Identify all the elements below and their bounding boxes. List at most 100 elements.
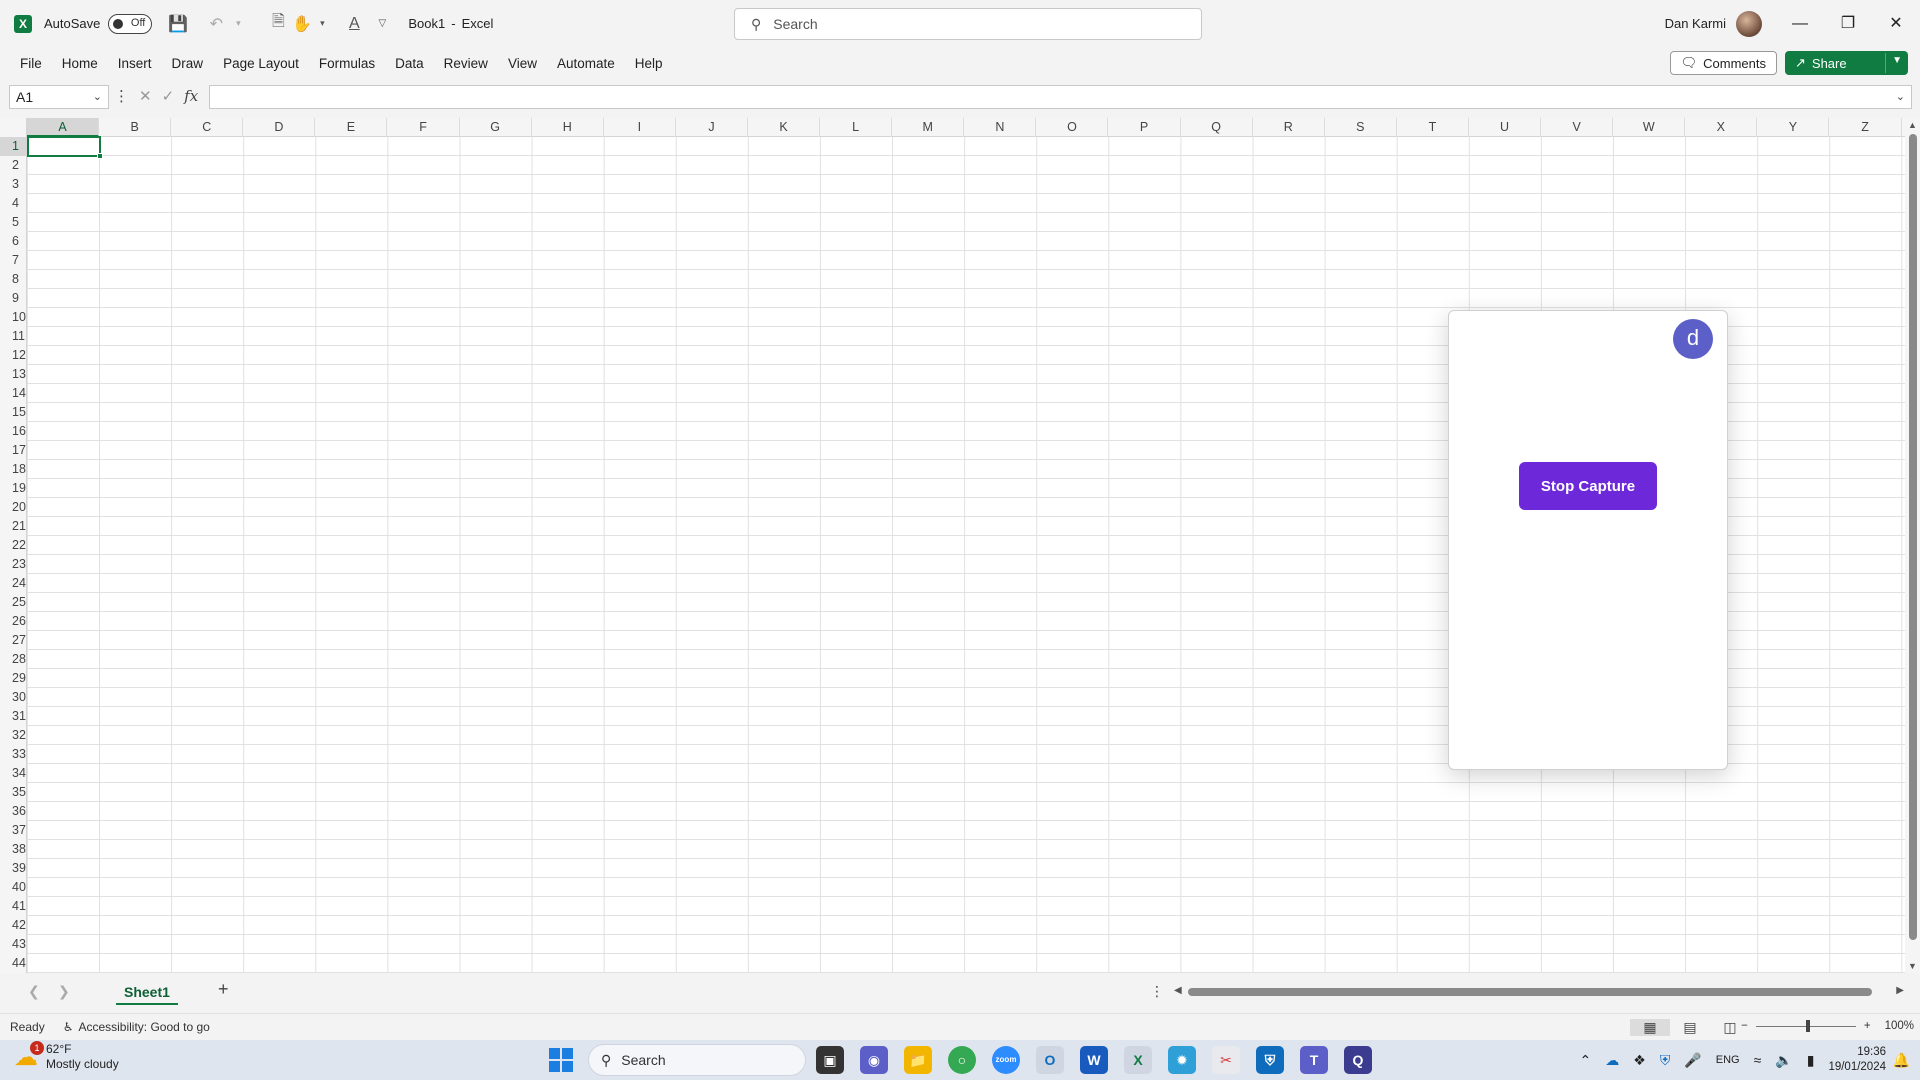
- microphone-icon[interactable]: 🎤: [1684, 1052, 1701, 1069]
- zoom-slider-knob[interactable]: [1805, 1019, 1810, 1032]
- column-header-O[interactable]: O: [1036, 118, 1109, 137]
- tab-formulas[interactable]: Formulas: [309, 56, 385, 71]
- column-header-N[interactable]: N: [964, 118, 1037, 137]
- tab-home[interactable]: Home: [52, 56, 108, 71]
- user-avatar[interactable]: [1736, 10, 1762, 37]
- tab-review[interactable]: Review: [434, 56, 498, 71]
- name-box[interactable]: A1 ⌄: [9, 85, 109, 109]
- more-options-icon[interactable]: ⋮: [114, 87, 129, 105]
- font-color-icon[interactable]: A: [344, 15, 364, 33]
- row-header-23[interactable]: 23: [0, 555, 27, 574]
- row-header-40[interactable]: 40: [0, 878, 27, 897]
- row-header-32[interactable]: 32: [0, 726, 27, 745]
- column-header-I[interactable]: I: [604, 118, 676, 137]
- app-tray-icon[interactable]: ❖: [1633, 1052, 1646, 1069]
- row-header-4[interactable]: 4: [0, 194, 27, 213]
- row-header-12[interactable]: 12: [0, 346, 27, 365]
- row-header-35[interactable]: 35: [0, 783, 27, 802]
- column-header-H[interactable]: H: [532, 118, 604, 137]
- scroll-up-icon[interactable]: ▲: [1908, 120, 1917, 130]
- zoom-in-icon[interactable]: +: [1864, 1020, 1871, 1032]
- new-file-icon[interactable]: 🗎: [268, 10, 288, 37]
- column-header-Z[interactable]: Z: [1830, 118, 1902, 137]
- row-header-26[interactable]: 26: [0, 612, 27, 631]
- horizontal-scrollbar[interactable]: ◀ ▶: [1172, 985, 1906, 999]
- tab-insert[interactable]: Insert: [108, 56, 162, 71]
- row-header-29[interactable]: 29: [0, 669, 27, 688]
- scroll-right-icon[interactable]: ▶: [1896, 985, 1904, 996]
- tab-file[interactable]: File: [10, 56, 52, 71]
- column-header-L[interactable]: L: [820, 118, 893, 137]
- column-header-D[interactable]: D: [243, 118, 316, 137]
- fill-handle[interactable]: [97, 153, 103, 159]
- accessibility-status[interactable]: ♿ Accessibility: Good to go: [63, 1020, 210, 1034]
- tab-page-layout[interactable]: Page Layout: [213, 56, 309, 71]
- sheet-tab-sheet1[interactable]: Sheet1: [116, 981, 178, 1005]
- row-header-38[interactable]: 38: [0, 840, 27, 859]
- column-header-A[interactable]: A: [27, 118, 100, 137]
- row-header-39[interactable]: 39: [0, 859, 27, 878]
- tab-data[interactable]: Data: [385, 56, 434, 71]
- expand-formula-icon[interactable]: ⌄: [1896, 90, 1905, 103]
- row-header-15[interactable]: 15: [0, 403, 27, 422]
- volume-icon[interactable]: 🔈: [1775, 1052, 1792, 1069]
- column-header-C[interactable]: C: [171, 118, 244, 137]
- undo-icon[interactable]: ↶: [206, 14, 226, 34]
- row-header-9[interactable]: 9: [0, 289, 27, 308]
- row-header-11[interactable]: 11: [0, 327, 27, 346]
- save-icon[interactable]: 💾: [168, 14, 188, 34]
- column-header-J[interactable]: J: [676, 118, 748, 137]
- wifi-icon[interactable]: ≈: [1754, 1052, 1762, 1068]
- page-layout-view-icon[interactable]: ▤: [1670, 1019, 1710, 1036]
- stop-capture-button[interactable]: Stop Capture: [1519, 462, 1657, 510]
- row-header-36[interactable]: 36: [0, 802, 27, 821]
- chevron-down-icon[interactable]: ⌄: [93, 86, 102, 108]
- clock[interactable]: 19:36 19/01/2024: [1828, 1045, 1886, 1075]
- notification-bell-icon[interactable]: 🔔: [1893, 1052, 1910, 1069]
- touch-dropdown-icon[interactable]: ▾: [312, 18, 332, 29]
- row-header-3[interactable]: 3: [0, 175, 27, 194]
- row-header-21[interactable]: 21: [0, 517, 27, 536]
- weather-widget[interactable]: ☁ 1 62°F Mostly cloudy: [14, 1040, 119, 1072]
- row-header-16[interactable]: 16: [0, 422, 27, 441]
- app-icon[interactable]: ✹: [1168, 1046, 1196, 1074]
- vertical-scrollbar[interactable]: ▲ ▼: [1905, 118, 1920, 973]
- tab-automate[interactable]: Automate: [547, 56, 625, 71]
- minimize-icon[interactable]: —: [1776, 0, 1824, 47]
- scroll-left-icon[interactable]: ◀: [1174, 985, 1182, 996]
- row-header-6[interactable]: 6: [0, 232, 27, 251]
- chrome-icon[interactable]: ○: [948, 1046, 976, 1074]
- row-header-7[interactable]: 7: [0, 251, 27, 270]
- column-header-M[interactable]: M: [892, 118, 965, 137]
- zoom-slider[interactable]: [1755, 1019, 1856, 1032]
- row-header-28[interactable]: 28: [0, 650, 27, 669]
- battery-icon[interactable]: ▮: [1807, 1052, 1815, 1069]
- column-header-R[interactable]: R: [1253, 118, 1325, 137]
- teams-icon[interactable]: T: [1300, 1046, 1328, 1074]
- zoom-level[interactable]: 100%: [1885, 1020, 1914, 1032]
- customize-toolbar-icon[interactable]: ▽: [372, 18, 392, 29]
- scroll-down-icon[interactable]: ▼: [1908, 961, 1917, 971]
- row-header-18[interactable]: 18: [0, 460, 27, 479]
- row-header-22[interactable]: 22: [0, 536, 27, 555]
- column-header-U[interactable]: U: [1469, 118, 1542, 137]
- row-header-31[interactable]: 31: [0, 707, 27, 726]
- autosave-toggle[interactable]: Off: [108, 13, 153, 34]
- column-header-K[interactable]: K: [748, 118, 821, 137]
- more-options-icon[interactable]: ⋮: [1150, 983, 1164, 1000]
- close-icon[interactable]: ✕: [1872, 0, 1920, 47]
- excel-taskbar-icon[interactable]: X: [1124, 1046, 1152, 1074]
- column-header-Q[interactable]: Q: [1181, 118, 1253, 137]
- active-cell-A1[interactable]: [27, 136, 103, 159]
- snipping-tool-icon[interactable]: ✂: [1212, 1046, 1240, 1074]
- column-header-P[interactable]: P: [1109, 118, 1181, 137]
- capture-avatar[interactable]: d: [1673, 319, 1713, 359]
- row-header-5[interactable]: 5: [0, 213, 27, 232]
- column-header-V[interactable]: V: [1541, 118, 1614, 137]
- row-header-1[interactable]: 1: [0, 137, 27, 156]
- row-header-25[interactable]: 25: [0, 593, 27, 612]
- horizontal-scroll-thumb[interactable]: [1188, 988, 1872, 996]
- row-header-30[interactable]: 30: [0, 688, 27, 707]
- insert-function-icon[interactable]: fx: [184, 87, 198, 105]
- share-button[interactable]: ↗ Share ▼: [1785, 51, 1908, 75]
